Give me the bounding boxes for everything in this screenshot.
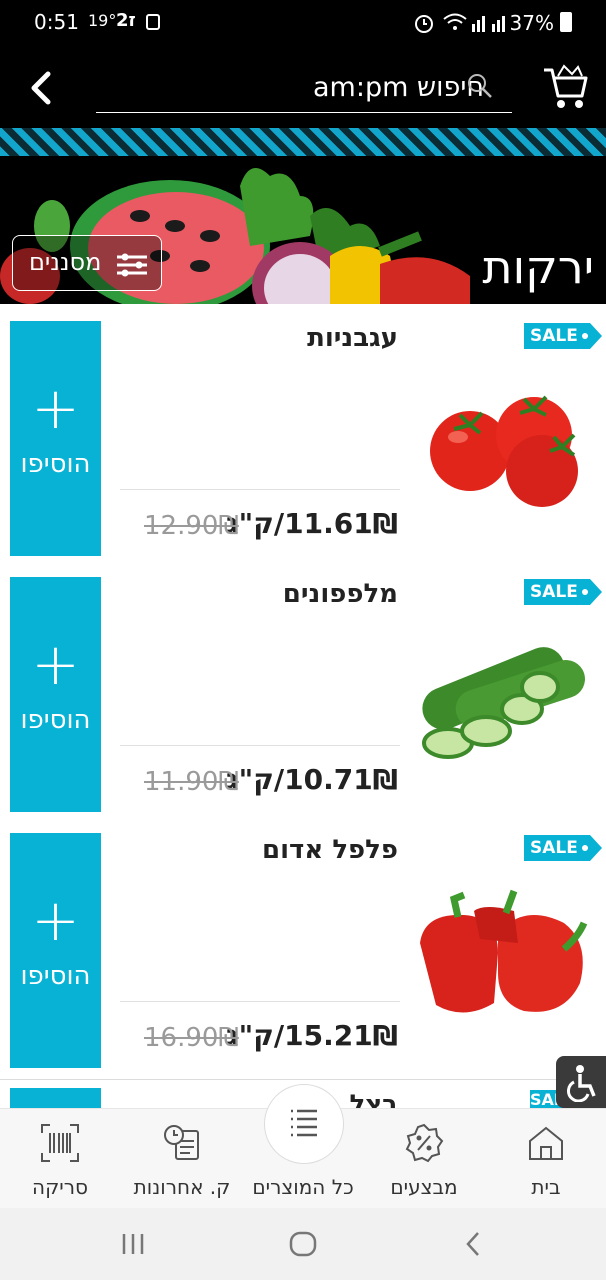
search-placeholder: חיפוש am:pm [313, 72, 484, 103]
plus-icon: + [31, 886, 80, 954]
filter-sliders-icon [117, 253, 147, 277]
add-to-cart-button[interactable]: + הוסיפו [10, 833, 101, 1068]
decorative-stripe-band [0, 128, 606, 156]
list-icon [291, 1109, 317, 1137]
sale-tag: SALE [524, 323, 602, 349]
add-button-label: הוסיפו [20, 705, 91, 735]
product-name: מלפפונים [282, 579, 398, 609]
product-name: פלפל אדום [262, 835, 398, 865]
wifi-icon [443, 13, 467, 30]
battery-percentage: 37% [509, 11, 554, 35]
back-icon[interactable] [462, 1230, 484, 1258]
barcode-scan-icon [41, 1124, 79, 1162]
product-card[interactable]: + הוסיפו פלפל אדום 15.21₪/ק"ג 16.90₪ SAL… [0, 823, 606, 1080]
nav-label: סריקה [32, 1175, 88, 1199]
sale-label: SALE [530, 582, 578, 602]
cart-icon[interactable] [540, 62, 590, 112]
red-peppers-image[interactable] [414, 883, 590, 1023]
product-card[interactable]: + הוסיפו מלפפונים 10.71₪/ק"ג 11.90₪ SALE [0, 567, 606, 824]
plus-icon: + [31, 630, 80, 698]
nav-deals[interactable]: מבצעים [364, 1109, 484, 1209]
add-button-label: הוסיפו [20, 449, 91, 479]
search-icon[interactable] [466, 72, 494, 100]
cucumbers-image[interactable] [414, 627, 590, 767]
add-to-cart-button[interactable]: + הוסיפו [10, 577, 101, 812]
app-notification-icon [146, 14, 160, 30]
product-old-price: 12.90₪ [144, 511, 239, 541]
accessibility-button[interactable] [556, 1056, 606, 1108]
battery-icon [560, 12, 572, 32]
category-title: ירקות [482, 240, 594, 294]
nav-recent-orders[interactable]: ק. אחרונות [122, 1109, 242, 1209]
nav-label: בית [531, 1175, 561, 1199]
product-old-price: 11.90₪ [144, 767, 239, 797]
product-card[interactable]: + הוסיפו עגבניות 11.61₪/ק"ג 12.90₪ SALE [0, 311, 606, 568]
nav-label: ק. אחרונות [133, 1175, 231, 1199]
product-price: 11.61₪/ק"ג [226, 507, 398, 540]
divider [120, 745, 400, 746]
wheelchair-icon [566, 1065, 596, 1102]
system-navigation-bar [0, 1208, 606, 1280]
tomatoes-image[interactable] [414, 371, 590, 511]
recent-orders-icon [164, 1125, 199, 1160]
status-bar: 0:51 19° ז2 37% [0, 0, 606, 48]
recent-apps-icon[interactable] [120, 1232, 146, 1256]
notification-icon: ז2 [116, 10, 136, 31]
percent-badge-icon [405, 1123, 444, 1163]
signal-icon [472, 16, 505, 32]
nav-label: כל המוצרים [252, 1175, 354, 1199]
add-to-cart-button[interactable]: + הוסיפו [10, 321, 101, 556]
nav-scan[interactable]: סריקה [0, 1109, 120, 1209]
back-chevron-icon[interactable] [28, 70, 54, 106]
sale-label: SALE [530, 838, 578, 858]
nav-label: מבצעים [390, 1175, 458, 1199]
nav-home[interactable]: בית [486, 1109, 606, 1209]
plus-icon: + [31, 374, 80, 442]
add-button-label: הוסיפו [20, 961, 91, 991]
alarm-icon [415, 15, 433, 33]
add-to-cart-button-partial[interactable] [10, 1088, 101, 1110]
product-price: 10.71₪/ק"ג [226, 763, 398, 796]
product-name: עגבניות [307, 323, 398, 353]
product-price: 15.21₪/ק"ג [226, 1019, 398, 1052]
sale-label: SALE [530, 326, 578, 346]
divider [120, 489, 400, 490]
divider [120, 1001, 400, 1002]
product-old-price: 16.90₪ [144, 1023, 239, 1053]
status-temperature: 19° [88, 11, 117, 30]
sale-tag: SALE [524, 579, 602, 605]
filters-button[interactable]: מסננים [12, 235, 162, 291]
home-icon [529, 1126, 563, 1160]
sale-tag: SALE [524, 835, 602, 861]
status-time: 0:51 [34, 10, 79, 34]
home-button-icon[interactable] [288, 1230, 318, 1258]
all-products-circle[interactable] [264, 1084, 344, 1164]
filters-label: מסננים [29, 248, 102, 276]
